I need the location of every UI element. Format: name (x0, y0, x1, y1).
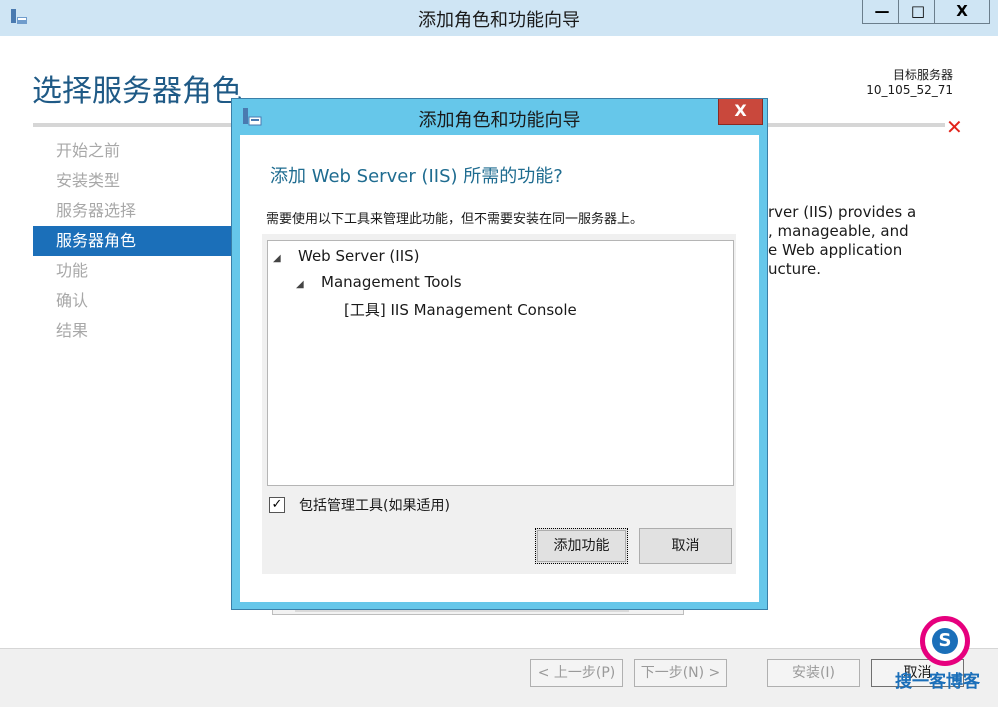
dialog-body: 添加 Web Server (IIS) 所需的功能? 需要使用以下工具来管理此功… (240, 135, 759, 602)
required-features-tree[interactable]: ◢ Web Server (IIS) ◢ Management Tools [工… (267, 240, 734, 486)
wizard-footer: < 上一步(P) 下一步(N) > 安装(I) 取消 (0, 648, 998, 707)
maximize-icon: □ (910, 2, 926, 20)
expand-arrow-icon[interactable]: ◢ (273, 253, 281, 264)
title-bar: 添加角色和功能向导 — □ X (0, 0, 998, 36)
close-icon: X (956, 2, 968, 20)
nav-item-features[interactable]: 功能 (33, 256, 233, 286)
watermark-logo: S (920, 616, 970, 666)
description-line: e Web application (768, 241, 903, 259)
description-line: rver (IIS) provides a (768, 203, 917, 221)
description-line: , manageable, and (768, 222, 909, 240)
include-tools-label[interactable]: 包括管理工具(如果适用) (299, 495, 450, 515)
tree-item-management-tools[interactable]: Management Tools (321, 273, 462, 291)
dialog-heading: 添加 Web Server (IIS) 所需的功能? (270, 166, 563, 187)
nav-item-server-selection[interactable]: 服务器选择 (33, 196, 233, 226)
description-line: ucture. (768, 260, 821, 278)
close-icon: X (734, 101, 747, 120)
dialog-description: 需要使用以下工具来管理此功能，但不需要安装在同一服务器上。 (266, 212, 644, 227)
role-description: rver (IIS) provides a , manageable, and … (768, 203, 968, 279)
include-tools-checkbox[interactable]: ✓ (269, 497, 285, 513)
logo-letter: S (932, 628, 958, 654)
nav-item-results[interactable]: 结果 (33, 316, 233, 346)
destination-server-value: 10_105_52_71 (866, 83, 953, 97)
dialog-title: 添加角色和功能向导 (418, 110, 581, 131)
install-button[interactable]: 安装(I) (767, 659, 860, 687)
nav-item-server-roles[interactable]: 服务器角色 (33, 226, 233, 256)
close-button[interactable]: X (934, 0, 990, 24)
watermark-text: 搜一客博客 (895, 672, 980, 692)
nav-item-confirmation[interactable]: 确认 (33, 286, 233, 316)
window-title: 添加角色和功能向导 (418, 10, 580, 31)
nav-item-installation-type[interactable]: 安装类型 (33, 166, 233, 196)
dialog-cancel-button[interactable]: 取消 (639, 528, 732, 564)
previous-button[interactable]: < 上一步(P) (530, 659, 623, 687)
destination-server-label: 目标服务器 (892, 68, 953, 82)
page-title: 选择服务器角色 (32, 74, 242, 109)
add-features-dialog: 添加角色和功能向导 X 添加 Web Server (IIS) 所需的功能? 需… (231, 98, 768, 610)
maximize-button[interactable]: □ (898, 0, 938, 24)
tree-item-iis-management-console[interactable]: [工具] IIS Management Console (344, 299, 577, 320)
minimize-icon: — (874, 2, 890, 20)
tree-item-web-server[interactable]: Web Server (IIS) (298, 247, 420, 265)
error-x-icon[interactable]: ✕ (946, 115, 963, 139)
expand-arrow-icon[interactable]: ◢ (296, 279, 304, 290)
minimize-button[interactable]: — (862, 0, 902, 24)
wizard-steps-nav: 开始之前 安装类型 服务器选择 服务器角色 功能 确认 结果 (33, 136, 233, 346)
nav-item-before-you-begin[interactable]: 开始之前 (33, 136, 233, 166)
checkmark-icon: ✓ (271, 497, 283, 512)
dialog-close-button[interactable]: X (718, 99, 763, 125)
next-button[interactable]: 下一步(N) > (634, 659, 727, 687)
add-features-button[interactable]: 添加功能 (535, 528, 628, 564)
